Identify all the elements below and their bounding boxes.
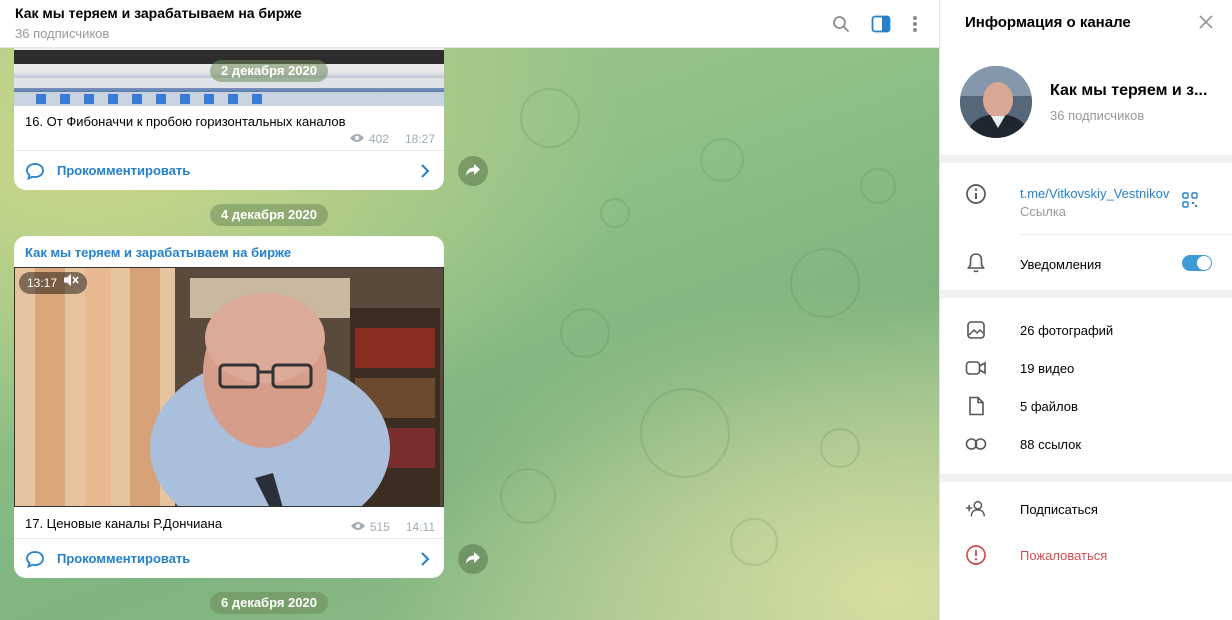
comment-icon — [25, 162, 45, 183]
link-icon — [965, 433, 987, 455]
divider — [1018, 234, 1232, 235]
close-icon[interactable] — [1196, 12, 1216, 32]
info-icon — [965, 183, 987, 205]
date-separator: 4 декабря 2020 — [210, 204, 328, 226]
file-icon — [965, 395, 987, 417]
divider — [940, 290, 1232, 298]
divider — [940, 155, 1232, 163]
media-photos[interactable]: 26 фотографий — [1020, 323, 1113, 338]
add-user-icon — [965, 498, 987, 520]
bell-icon — [965, 252, 987, 274]
report-button[interactable]: Пожаловаться — [1020, 548, 1107, 563]
channel-link-label: Ссылка — [1020, 204, 1067, 219]
post-bubble-2[interactable]: Как мы теряем и зарабатываем на бирже 13… — [14, 236, 444, 578]
eye-icon — [349, 132, 365, 146]
share-button[interactable] — [458, 544, 488, 574]
comment-icon — [25, 550, 45, 571]
mute-icon[interactable] — [63, 272, 79, 294]
panel-title: Информация о канале — [965, 14, 1131, 31]
comment-row[interactable]: Прокомментировать — [14, 538, 444, 578]
view-count: 402 — [368, 132, 389, 146]
media-videos[interactable]: 19 видео — [1020, 361, 1074, 376]
chevron-right-icon — [420, 552, 430, 569]
notifications-toggle[interactable] — [1182, 255, 1212, 271]
qr-code-icon[interactable] — [1182, 192, 1198, 211]
chat-title[interactable]: Как мы теряем и зарабатываем на бирже — [15, 5, 302, 21]
media-links[interactable]: 88 ссылок — [1020, 437, 1081, 452]
search-icon[interactable] — [829, 12, 853, 36]
post-meta: 515 14:11 — [350, 520, 435, 534]
chat-area: Как мы теряем и зарабатываем на бирже 36… — [0, 0, 939, 620]
share-arrow-icon — [466, 551, 480, 567]
comment-button[interactable]: Прокомментировать — [57, 163, 190, 178]
eye-icon — [350, 520, 366, 534]
video-player[interactable]: 13:17 — [14, 267, 444, 507]
post-author[interactable]: Как мы теряем и зарабатываем на бирже — [25, 245, 291, 260]
post-text: 17. Ценовые каналы Р.Дончиана — [25, 516, 223, 531]
post-text: 16. От Фибоначчи к пробою горизонтальных… — [25, 114, 346, 129]
photo-icon — [965, 319, 987, 341]
subscribe-button[interactable]: Подписаться — [1020, 502, 1098, 517]
channel-subscriber-count: 36 подписчиков — [1050, 108, 1145, 123]
post-time: 18:27 — [404, 132, 435, 146]
date-separator: 2 декабря 2020 — [210, 60, 328, 82]
more-vertical-icon[interactable] — [903, 12, 927, 36]
post-time: 14:11 — [405, 520, 435, 534]
chat-header[interactable]: Как мы теряем и зарабатываем на бирже 36… — [0, 0, 939, 48]
share-arrow-icon — [466, 163, 480, 179]
channel-name: Как мы теряем и з... — [1050, 82, 1208, 99]
report-icon — [965, 544, 987, 566]
sidebar-toggle-icon[interactable] — [869, 12, 893, 36]
chevron-right-icon — [420, 164, 430, 181]
post-meta: 402 18:27 — [349, 132, 435, 146]
share-button[interactable] — [458, 156, 488, 186]
divider — [940, 474, 1232, 482]
notifications-label: Уведомления — [1020, 257, 1102, 272]
view-count: 515 — [369, 520, 390, 534]
comment-button[interactable]: Прокомментировать — [57, 551, 190, 566]
media-files[interactable]: 5 файлов — [1020, 399, 1078, 414]
post-bubble-1[interactable]: 16. От Фибоначчи к пробою горизонтальных… — [14, 30, 444, 190]
video-duration-badge: 13:17 — [19, 272, 88, 294]
comment-row[interactable]: Прокомментировать — [14, 150, 444, 190]
video-icon — [965, 357, 987, 379]
channel-info-panel: Информация о канале Как мы теряем и з...… — [939, 0, 1232, 620]
chat-subscriber-count: 36 подписчиков — [15, 26, 110, 41]
date-separator: 6 декабря 2020 — [210, 592, 328, 614]
video-duration: 13:17 — [27, 276, 58, 290]
channel-link[interactable]: t.me/Vitkovskiy_Vestnikov — [1020, 186, 1169, 201]
avatar[interactable] — [960, 66, 1032, 138]
